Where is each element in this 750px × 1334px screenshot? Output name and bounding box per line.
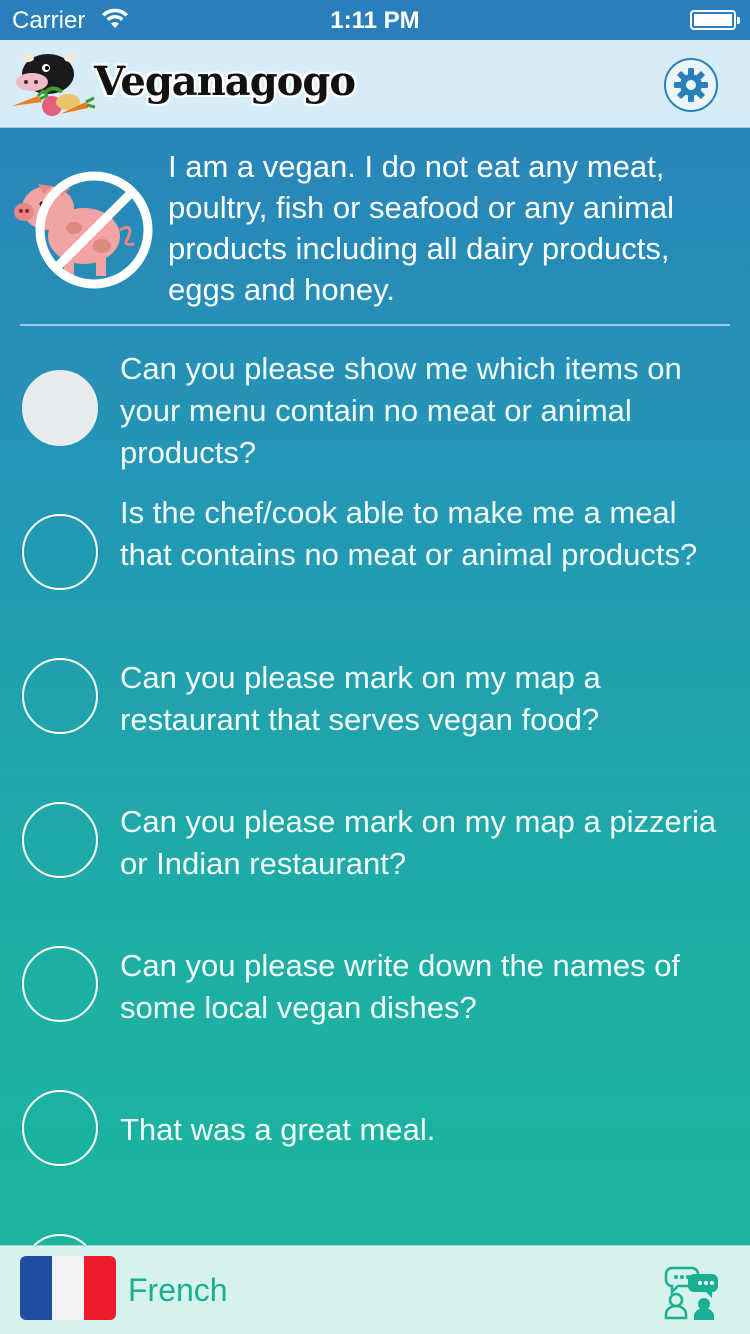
phrase-list[interactable]: Can you please show me which items on yo…: [0, 326, 750, 1246]
settings-button[interactable]: [664, 58, 718, 112]
phrase-item[interactable]: [0, 1190, 750, 1246]
gear-icon: [674, 68, 708, 102]
phrase-text: Can you please write down the names of s…: [120, 948, 681, 1025]
phrase-item[interactable]: Can you please mark on my map a restaura…: [0, 614, 750, 758]
phrase-text: That was a great meal.: [120, 1112, 436, 1147]
phrase-radio[interactable]: [22, 1090, 98, 1166]
phrase-text: Can you please show me which items on yo…: [120, 351, 682, 470]
phrase-text: Can you please mark on my map a pizzeria…: [120, 804, 717, 881]
phrase-radio[interactable]: [22, 658, 98, 734]
conversation-icon[interactable]: [664, 1264, 720, 1320]
phrase-radio[interactable]: [22, 946, 98, 1022]
app-logo: Veganagogo: [8, 44, 356, 124]
vegan-statement: I am a vegan. I do not eat any meat, pou…: [0, 128, 750, 326]
language-bar: French: [0, 1245, 750, 1334]
language-label[interactable]: French: [128, 1272, 228, 1309]
phrase-radio[interactable]: [22, 802, 98, 878]
phrase-text: Can you please mark on my map a restaura…: [120, 660, 601, 737]
phrase-text: Is the chef/cook able to make me a meal …: [120, 495, 698, 572]
phrase-item[interactable]: Is the chef/cook able to make me a meal …: [0, 470, 750, 614]
app-header: Veganagogo: [0, 40, 750, 128]
cow-mascot-icon: [12, 54, 96, 116]
no-pig-icon: [14, 171, 153, 289]
phrase-item[interactable]: Can you please mark on my map a pizzeria…: [0, 758, 750, 902]
battery-icon: [690, 10, 740, 30]
vegan-statement-text: I am a vegan. I do not eat any meat, pou…: [168, 149, 675, 307]
phrase-item[interactable]: That was a great meal.: [0, 1046, 750, 1190]
phrase-radio[interactable]: [22, 514, 98, 590]
clock: 1:11 PM: [330, 7, 420, 34]
status-bar: Carrier 1:11 PM: [0, 0, 750, 40]
app-logo-text: Veganagogo: [94, 58, 356, 105]
french-flag-icon[interactable]: [20, 1256, 116, 1320]
phrase-radio[interactable]: [22, 370, 98, 446]
phrase-item[interactable]: Can you please write down the names of s…: [0, 902, 750, 1046]
phrase-item[interactable]: Can you please show me which items on yo…: [0, 326, 750, 470]
